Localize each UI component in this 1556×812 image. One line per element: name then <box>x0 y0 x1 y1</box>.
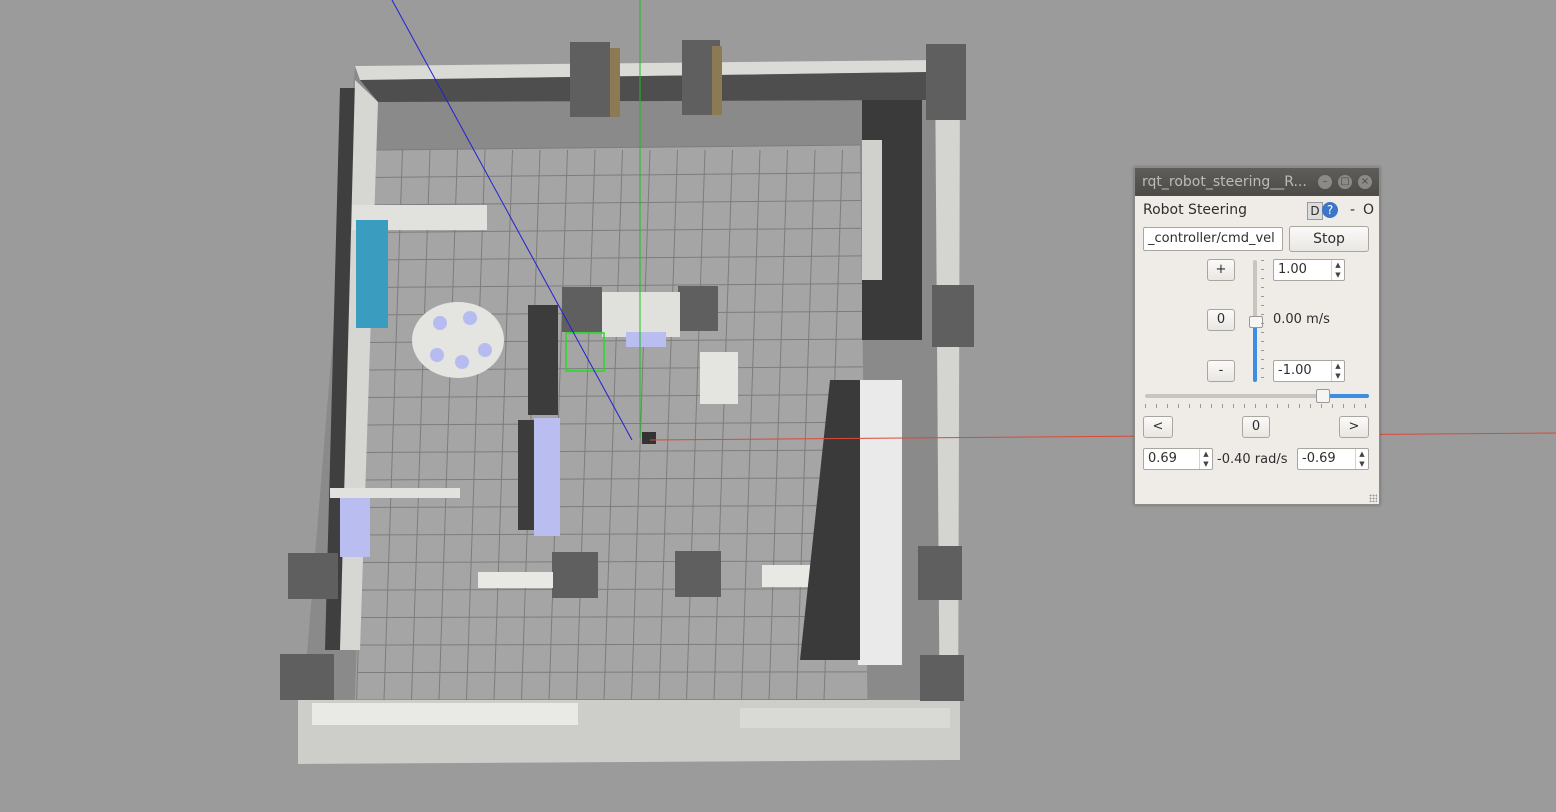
angular-left-spinbox[interactable]: 0.69 ▲ ▼ <box>1143 448 1213 470</box>
resize-grip-icon[interactable] <box>1369 494 1377 502</box>
maximize-icon[interactable]: □ <box>1338 175 1352 189</box>
linear-min-spinbox[interactable]: -1.00 ▲ ▼ <box>1273 360 1345 382</box>
bottom-counter-right <box>740 708 950 728</box>
minimize-plugin-icon[interactable]: - <box>1350 202 1355 218</box>
spin-arrows-icon[interactable]: ▲ ▼ <box>1355 449 1368 469</box>
spin-arrows-icon[interactable]: ▲ ▼ <box>1331 361 1344 381</box>
window-title: rqt_robot_steering__R... <box>1142 174 1307 190</box>
window-titlebar[interactable]: rqt_robot_steering__R... – □ × <box>1135 168 1379 196</box>
angular-right-button[interactable]: > <box>1339 416 1369 438</box>
angular-slider-track[interactable] <box>1145 389 1369 403</box>
bottom-counter <box>312 703 578 725</box>
rqt-robot-steering-window[interactable]: rqt_robot_steering__R... – □ × Robot Ste… <box>1134 167 1380 505</box>
spin-arrows-icon[interactable]: ▲ ▼ <box>1331 260 1344 280</box>
grid-line <box>357 671 868 673</box>
close-plugin-icon[interactable]: O <box>1363 202 1374 218</box>
angular-left-button[interactable]: < <box>1143 416 1173 438</box>
angular-current-velocity: -0.40 rad/s <box>1217 452 1288 467</box>
linear-max-spinbox[interactable]: 1.00 ▲ ▼ <box>1273 259 1345 281</box>
minimize-icon[interactable]: – <box>1318 175 1332 189</box>
angular-slider-ticks <box>1145 404 1369 408</box>
angular-right-spinbox[interactable]: -0.69 ▲ ▼ <box>1297 448 1369 470</box>
linear-current-velocity: 0.00 m/s <box>1273 312 1330 327</box>
floor <box>353 145 868 750</box>
topic-input[interactable]: _controller/cmd_vel <box>1143 227 1283 251</box>
help-icon[interactable]: ? <box>1322 202 1338 218</box>
linear-minus-button[interactable]: - <box>1207 360 1235 382</box>
close-icon[interactable]: × <box>1358 175 1372 189</box>
spin-arrows-icon[interactable]: ▲ ▼ <box>1199 449 1212 469</box>
linear-zero-button[interactable]: 0 <box>1207 309 1235 331</box>
linear-plus-button[interactable]: + <box>1207 259 1235 281</box>
linear-slider-fill <box>1253 321 1257 382</box>
stop-button[interactable]: Stop <box>1289 226 1369 252</box>
linear-slider-track[interactable] <box>1249 260 1263 382</box>
d-button[interactable]: D <box>1307 202 1323 220</box>
angular-slider-thumb[interactable] <box>1315 389 1330 403</box>
plugin-title: Robot Steering <box>1143 202 1248 218</box>
angular-zero-button[interactable]: 0 <box>1242 416 1270 438</box>
linear-slider-ticks <box>1261 260 1264 382</box>
